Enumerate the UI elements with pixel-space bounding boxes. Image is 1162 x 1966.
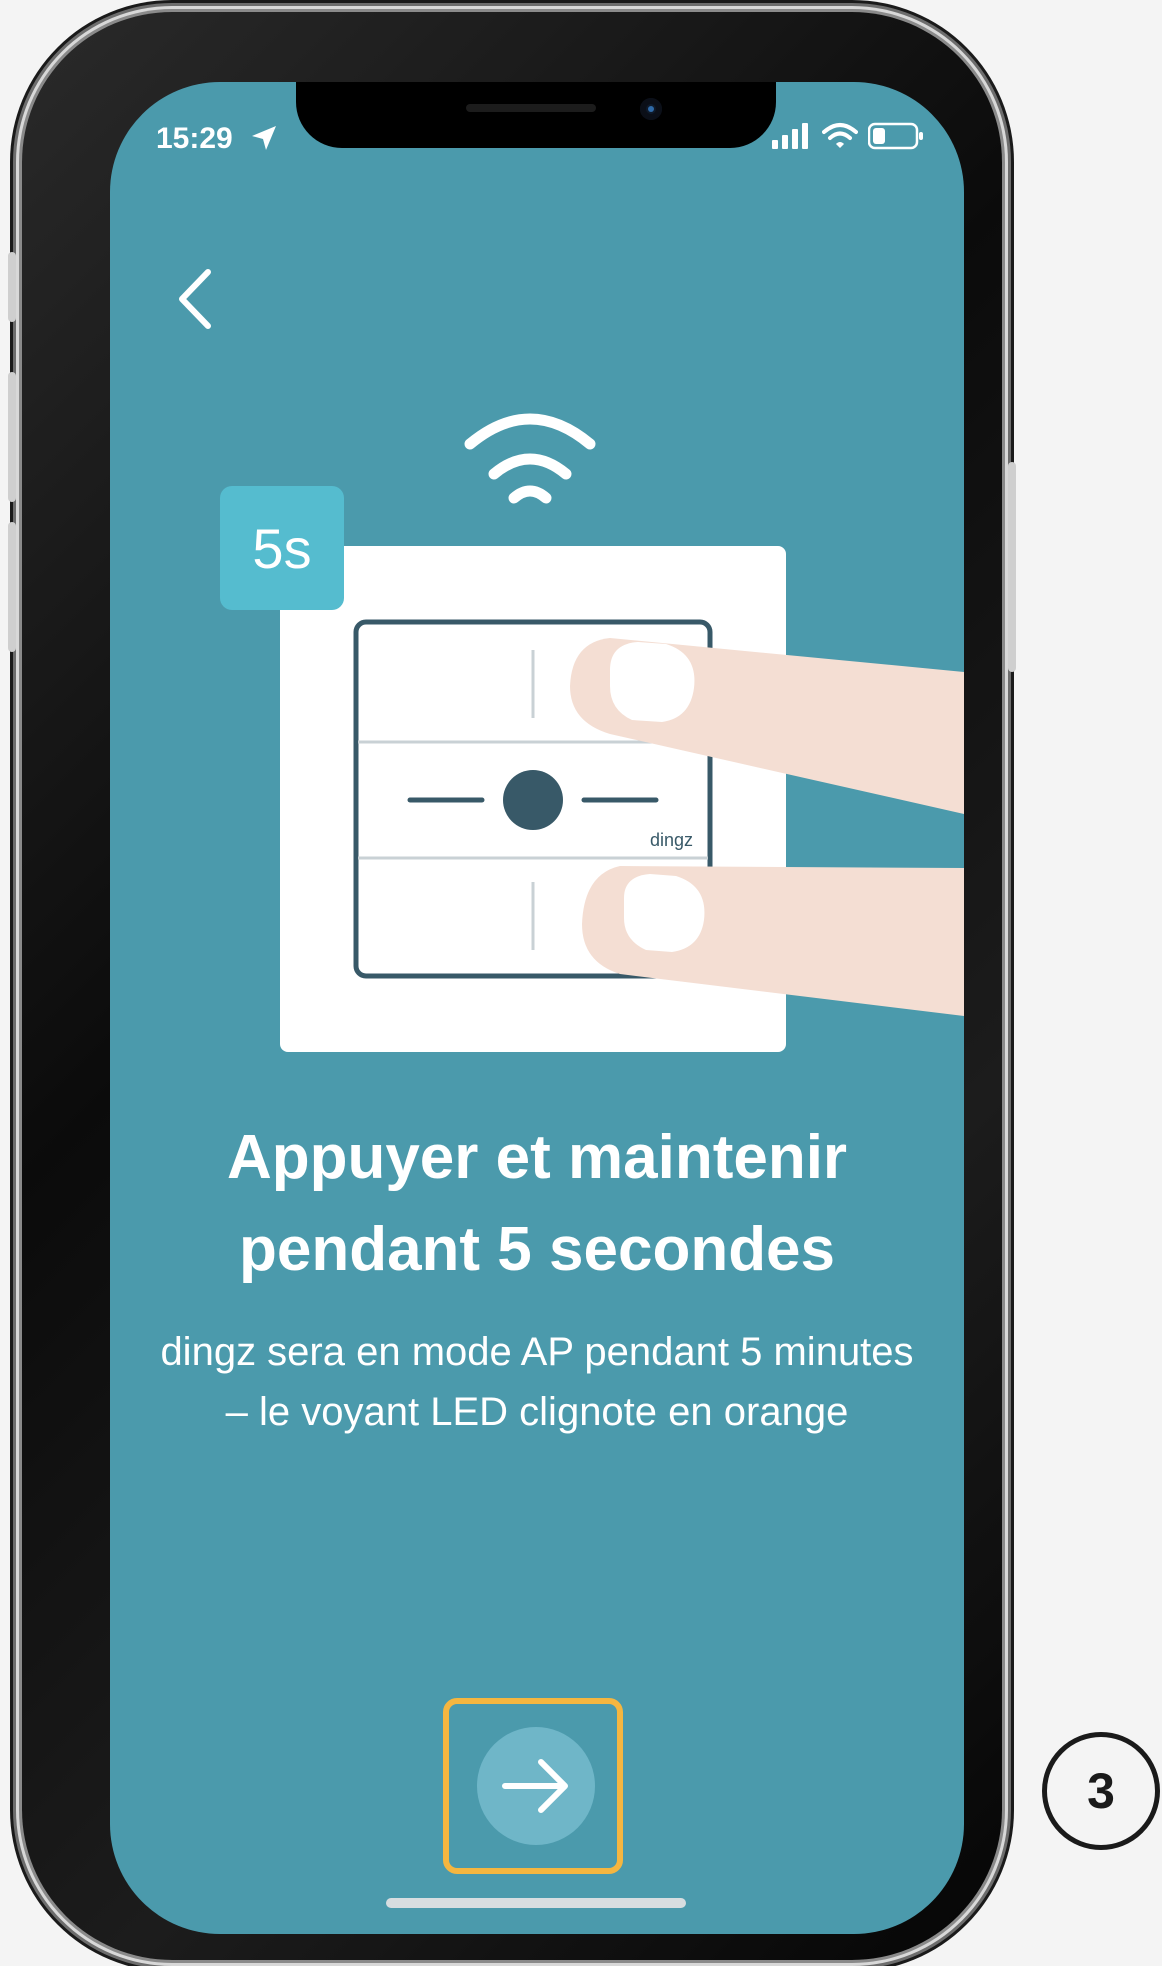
instruction-title: Appuyer et maintenir pendant 5 secondes xyxy=(110,1112,964,1296)
power-button xyxy=(1008,462,1016,672)
wifi-signal-icon xyxy=(464,413,596,504)
timer-badge-label: 5s xyxy=(252,516,312,580)
subtitle-line-1: dingz sera en mode AP pendant 5 minutes xyxy=(160,1330,914,1374)
volume-down-button xyxy=(8,522,16,652)
app-screen: 15:29 5s dingz Appuyer et maintenir pend… xyxy=(110,82,964,1934)
title-line-1: Appuyer et maintenir xyxy=(226,1123,848,1192)
phone-frame: 15:29 5s dingz Appuyer et maintenir pend… xyxy=(8,12,1016,1960)
instruction-subtitle: dingz sera en mode AP pendant 5 minutes … xyxy=(140,1322,934,1442)
mute-switch xyxy=(8,252,16,322)
next-button[interactable] xyxy=(477,1727,595,1845)
subtitle-line-2: – le voyant LED clignote en orange xyxy=(225,1390,849,1434)
arrow-right-icon xyxy=(502,1759,568,1813)
volume-up-button xyxy=(8,372,16,502)
brand-label: dingz xyxy=(650,830,694,850)
step-number-badge: 3 xyxy=(1042,1732,1160,1850)
title-line-2: pendant 5 secondes xyxy=(238,1215,836,1284)
home-indicator[interactable] xyxy=(386,1898,686,1908)
